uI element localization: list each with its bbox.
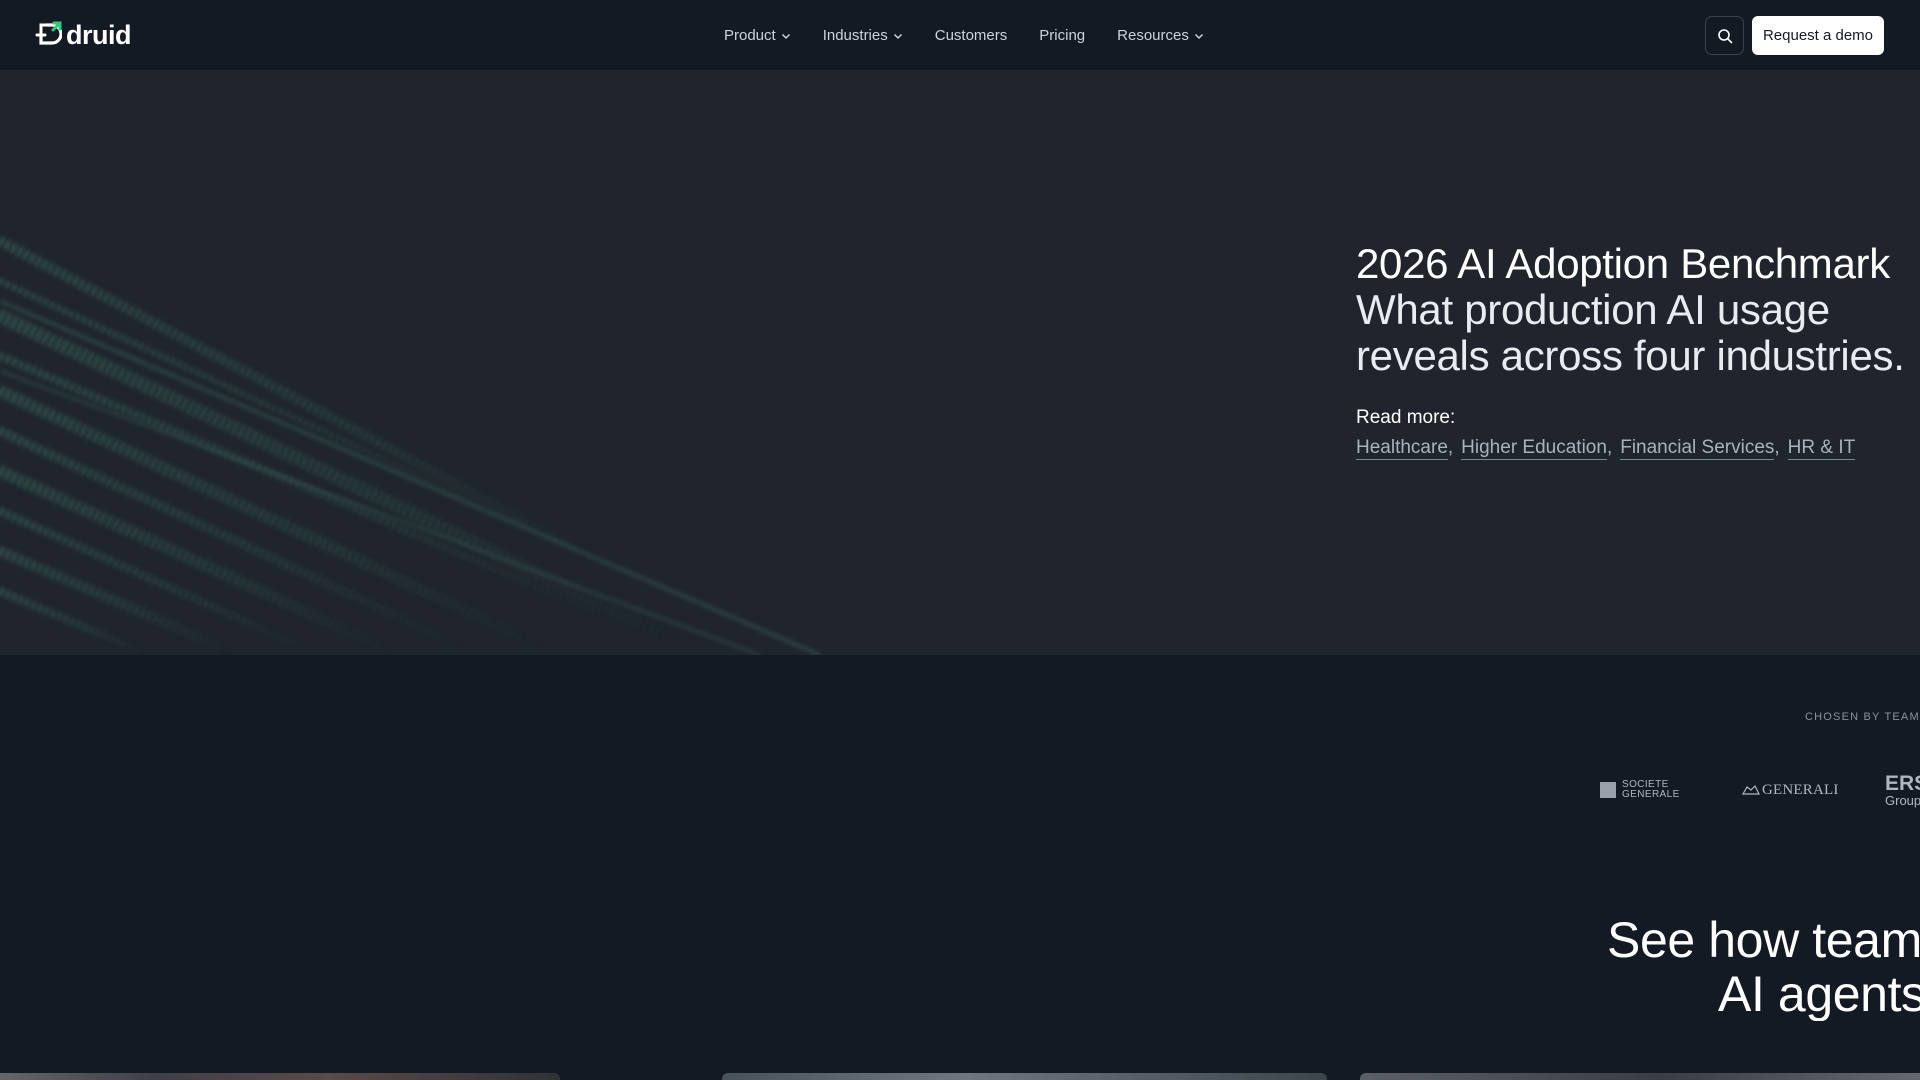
chevron-down-icon [781,33,790,39]
nav-item-resources[interactable]: Resources [1117,27,1204,44]
main-nav: Product Industries Customers Pricing Res… [724,0,1204,71]
case-study-card[interactable] [1360,1073,1920,1080]
client-logo-row: SOCIETE GENERALE GENERALI ERS Group [1600,770,1920,810]
heading-line: AI agents [1718,966,1920,1021]
hero-title: 2026 AI Adoption Benchmark [1356,240,1890,287]
nav-item-label: Customers [934,27,1008,44]
hero-content: 2026 AI Adoption Benchmark What producti… [1356,240,1916,460]
link-separator: , [1774,437,1780,458]
nav-item-label: Resources [1117,27,1189,44]
erste-group-logo: ERS Group [1885,770,1920,810]
druid-logo[interactable]: druid [34,20,132,50]
link-higher-education[interactable]: Higher Education [1461,437,1607,460]
chevron-down-icon [1194,33,1203,39]
logo-subtext: Group [1885,792,1920,808]
nav-item-industries[interactable]: Industries [823,27,903,44]
nav-item-pricing[interactable]: Pricing [1039,27,1085,44]
logo-line: GENERALE [1622,789,1680,800]
logo-text: GENERALI [1762,781,1839,798]
hero-subtitle: What production AI usage reveals across … [1356,286,1905,379]
societe-generale-mark-icon [1600,782,1616,798]
hero-section: 2026 AI Adoption Benchmark What producti… [0,71,1920,655]
link-separator: , [1447,437,1454,458]
generali-logo: GENERALI [1742,770,1839,810]
request-demo-button[interactable]: Request a demo [1752,16,1884,55]
nav-item-label: Product [724,27,776,44]
case-study-card[interactable] [0,1073,560,1080]
nav-item-customers[interactable]: Customers [935,27,1008,44]
generali-lion-icon [1742,784,1760,795]
heading-line: See how teams [1607,913,1920,968]
top-navigation-bar: druid Product Industries Customers Prici… [0,0,1920,71]
societe-generale-logo: SOCIETE GENERALE [1600,770,1680,810]
chevron-down-icon [893,33,902,39]
search-button[interactable] [1705,16,1744,55]
link-separator: , [1606,437,1613,458]
hero-background-light-streaks [0,236,821,655]
logo-wordmark: druid [66,20,132,50]
teams-section-heading: See how teams AI agents [1560,913,1920,1021]
industry-links: Healthcare, Higher Education, Financial Se… [1356,437,1916,460]
clients-caption: CHOSEN BY TEAMS W [1805,711,1920,723]
link-healthcare[interactable]: Healthcare [1356,437,1448,460]
case-study-card[interactable] [722,1073,1327,1080]
link-financial-services[interactable]: Financial Services [1620,437,1775,460]
search-icon [1717,28,1732,43]
druid-logo-icon [35,21,62,45]
link-hr-it[interactable]: HR & IT [1787,437,1856,460]
nav-item-label: Industries [822,27,888,44]
nav-item-label: Pricing [1039,27,1086,44]
nav-item-product[interactable]: Product [724,27,791,44]
read-more-label: Read more: [1356,407,1456,428]
logo-text: ERS [1885,771,1920,795]
